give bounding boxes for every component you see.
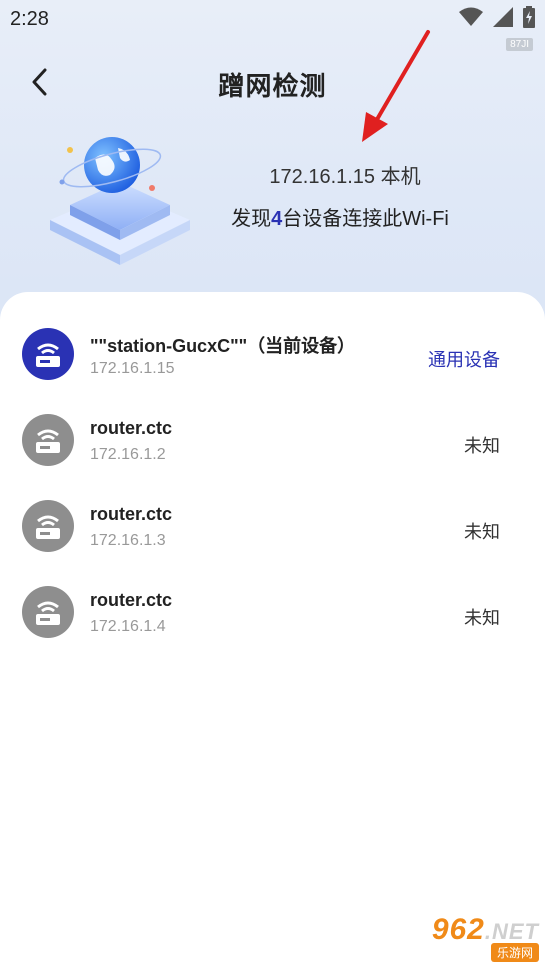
device-row[interactable]: router.ctc 172.16.1.3 未知 bbox=[0, 494, 545, 574]
globe-icon bbox=[50, 137, 190, 265]
device-count: 4 bbox=[271, 208, 283, 230]
router-icon bbox=[22, 586, 74, 638]
device-name: ""station-GucxC""（当前设备） bbox=[90, 336, 356, 356]
device-name: router.ctc bbox=[90, 590, 173, 610]
router-icon bbox=[22, 414, 74, 466]
wifi-icon bbox=[459, 7, 483, 26]
device-ip: 172.16.1.15 bbox=[90, 360, 175, 377]
device-name: router.ctc bbox=[90, 418, 173, 438]
device-type: 通用设备 bbox=[428, 350, 500, 370]
device-row[interactable]: router.ctc 172.16.1.4 未知 bbox=[0, 580, 545, 660]
device-type: 未知 bbox=[464, 522, 500, 542]
device-ip: 172.16.1.4 bbox=[90, 618, 166, 635]
device-ip: 172.16.1.2 bbox=[90, 446, 166, 463]
page-title: 蹭网检测 bbox=[218, 71, 327, 101]
devices-found-label: 发现4台设备连接此Wi-Fi bbox=[231, 208, 449, 230]
battery-icon bbox=[523, 6, 535, 28]
watermark-logo: 962.NET 乐游网 bbox=[431, 913, 539, 962]
status-time: 2:28 bbox=[10, 8, 49, 30]
device-row[interactable]: router.ctc 172.16.1.2 未知 bbox=[0, 408, 545, 488]
device-ip: 172.16.1.3 bbox=[90, 532, 166, 549]
device-name: router.ctc bbox=[90, 504, 173, 524]
status-bar: 2:28 bbox=[0, 0, 545, 36]
annotation-arrow bbox=[362, 30, 430, 142]
status-badge: 87JI bbox=[506, 38, 533, 51]
device-type: 未知 bbox=[464, 436, 500, 456]
device-type: 未知 bbox=[464, 608, 500, 628]
device-row-current[interactable]: ""station-GucxC""（当前设备） 172.16.1.15 通用设备 bbox=[0, 322, 545, 402]
device-list: ""station-GucxC""（当前设备） 172.16.1.15 通用设备… bbox=[0, 292, 545, 968]
router-icon bbox=[22, 328, 74, 380]
signal-icon bbox=[493, 7, 513, 27]
router-icon bbox=[22, 500, 74, 552]
local-ip-label: 172.16.1.15 本机 bbox=[269, 166, 421, 188]
